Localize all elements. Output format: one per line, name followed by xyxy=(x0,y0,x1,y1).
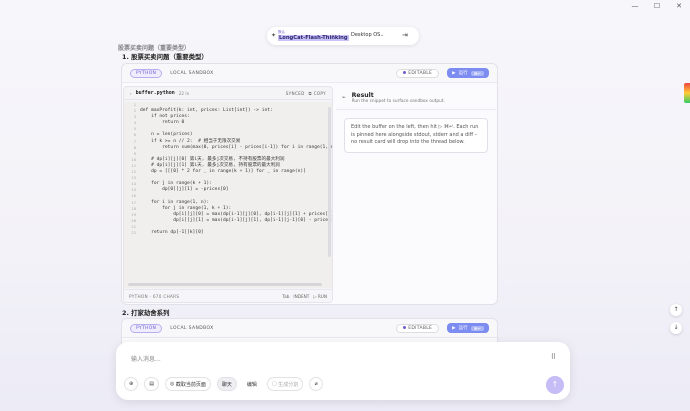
run-small-label: RUN xyxy=(317,293,327,299)
dot-icon xyxy=(403,325,407,329)
code-line: 20 dp[i][j][1] = max(dp[i-1][j][1], dp[i… xyxy=(124,218,332,224)
language-tag: PYTHON xyxy=(130,68,163,78)
maximize-icon[interactable]: ☐ xyxy=(646,0,668,14)
new-chat-icon[interactable]: ⊕ xyxy=(124,377,139,391)
sandbox-label: LOCAL SANDBOX xyxy=(170,70,214,76)
play-icon: ▶ xyxy=(452,325,456,331)
dot-icon xyxy=(403,70,407,74)
card-header: PYTHON LOCAL SANDBOX EDITABLE ▶ 运行 ⌘↵ xyxy=(122,64,497,83)
line-number: 22 xyxy=(131,229,136,235)
capture-page-label: 截取当前页面 xyxy=(175,381,206,388)
model-name[interactable]: LongCat-Flash-Thinking xyxy=(278,35,349,41)
editable-label: EDITABLE xyxy=(408,70,433,76)
chat-toolbar: ⊕ ▤ ◎ 截取当前页面 聊天 编辑 ▢ 生成分割 ⌀ xyxy=(124,377,324,391)
chevron-down-icon[interactable]: ⌄ xyxy=(380,32,384,38)
synced-status: SYNCED xyxy=(285,90,305,96)
model-selector-bar: ✦ 默认 LongCat-Flash-Thinking ⌄ Desktop OS… xyxy=(267,27,419,45)
scroll-up-button[interactable]: ↑ xyxy=(670,304,682,316)
vertical-scrollbar[interactable] xyxy=(328,107,331,257)
chevron-down-icon[interactable]: ⌄ xyxy=(331,32,335,38)
chat-composer: 输入消息... ⠿ ⊕ ▤ ◎ 截取当前页面 聊天 编辑 ▢ 生成分割 ⌀ ↑ xyxy=(116,342,570,400)
generate-split-label: 生成分割 xyxy=(278,381,299,388)
chat-input[interactable]: 输入消息... xyxy=(131,354,161,363)
code-textarea[interactable]: 1 2 def maxProfit(k: int, prices: List[int… xyxy=(124,102,332,288)
close-icon[interactable]: ✕ xyxy=(668,0,690,14)
generate-split-button[interactable]: ▢ 生成分割 xyxy=(266,377,304,391)
line-count: 22 ln xyxy=(178,90,190,96)
minimize-icon[interactable]: — xyxy=(624,0,646,14)
side-color-tab[interactable] xyxy=(684,83,690,103)
result-title: Result xyxy=(351,91,374,99)
code-line: 22 return dp[-1][k][0] xyxy=(124,230,332,236)
document-icon[interactable]: ▤ xyxy=(144,377,159,391)
play-icon: ▶ xyxy=(452,70,456,76)
attach-icon[interactable]: ⌀ xyxy=(309,377,324,391)
mode-selector[interactable]: Desktop OS xyxy=(351,32,380,38)
section-title: 1. 股票买卖问题（重要类型） xyxy=(122,53,208,61)
code-text: return sum(max(0, prices[i] - prices[i-1… xyxy=(140,144,332,150)
code-line: 12 dp = [[[0] * 2 for _ in range(k + 1)]… xyxy=(124,169,332,175)
tab-key: Tab xyxy=(282,293,290,299)
result-subtitle: Run the snippet to surface sandbox outpu… xyxy=(351,98,445,104)
editor-header: › buffer.python 22 ln SYNCED ⧉ COPY xyxy=(124,87,332,100)
editable-label: EDITABLE xyxy=(408,325,433,331)
code-text: return 0 xyxy=(140,120,185,126)
grid-icon[interactable]: ⠿ xyxy=(551,353,556,361)
horizontal-scrollbar[interactable] xyxy=(128,283,322,286)
copy-button[interactable]: ⧉ COPY xyxy=(309,91,326,96)
exit-icon[interactable]: ⇥ xyxy=(402,31,408,39)
run-button[interactable]: ▶ 运行 ⌘↵ xyxy=(447,68,489,78)
language-tag: PYTHON xyxy=(130,323,163,333)
code-text: return dp[-1][k][0] xyxy=(140,229,204,235)
run-shortcut: ⌘↵ xyxy=(470,325,484,331)
editor-info: PYTHON · 670 CHARS xyxy=(129,293,180,299)
card-header: PYTHON LOCAL SANDBOX EDITABLE ▶ 运行 ⌘↵ xyxy=(122,319,497,338)
scroll-down-button[interactable]: ↓ xyxy=(670,322,682,334)
run-label: 运行 xyxy=(458,71,468,76)
code-editor: › buffer.python 22 ln SYNCED ⧉ COPY 1 2 de… xyxy=(123,86,333,303)
run-button[interactable]: ▶ 运行 ⌘↵ xyxy=(447,323,489,333)
send-button[interactable]: ↑ xyxy=(546,376,564,394)
code-text: dp[0][j][1] = -prices[0] xyxy=(140,187,229,193)
model-badge: 默认 xyxy=(278,30,285,34)
result-panel: ⌁ Result Run the snippet to surface sand… xyxy=(336,86,496,303)
cut-heading: 股票买卖问题（重要类型） xyxy=(118,45,191,52)
indent-label: INDENT xyxy=(293,293,310,299)
editor-footer: PYTHON · 670 CHARS Tab INDENT ▷ RUN xyxy=(124,289,332,302)
chevron-icon[interactable]: › xyxy=(130,91,132,96)
capture-page-button[interactable]: ◎ 截取当前页面 xyxy=(164,377,211,391)
window-controls: — ☐ ✕ xyxy=(624,0,690,14)
run-label: 运行 xyxy=(458,326,468,331)
run-shortcut: ⌘↵ xyxy=(470,70,484,76)
sparkle-icon: ✦ xyxy=(271,32,277,39)
code-line: 8 return sum(max(0, prices[i] - prices[i… xyxy=(124,145,332,151)
terminal-icon: ⌁ xyxy=(342,94,346,101)
run-small-button[interactable]: ▷ RUN xyxy=(313,294,327,299)
result-header: ⌁ Result Run the snippet to surface sand… xyxy=(336,86,496,110)
file-name: buffer.python xyxy=(135,90,175,96)
edit-mode-button[interactable]: 编辑 xyxy=(242,377,261,391)
section-title: 2. 打家劫舍系列 xyxy=(122,309,170,317)
sandbox-label: LOCAL SANDBOX xyxy=(170,325,214,331)
copy-label: COPY xyxy=(313,90,326,96)
chat-mode-button[interactable]: 聊天 xyxy=(216,377,237,391)
code-text: dp[i][j][1] = max(dp[i-1][j][1], dp[i-1]… xyxy=(140,217,332,223)
code-text: dp = [[[0] * 2 for _ in range(k + 1)] fo… xyxy=(140,169,306,175)
editable-badge: EDITABLE xyxy=(396,68,440,78)
result-message: Edit the buffer on the left, then hit ▷ … xyxy=(344,118,488,153)
editable-badge: EDITABLE xyxy=(396,323,440,333)
